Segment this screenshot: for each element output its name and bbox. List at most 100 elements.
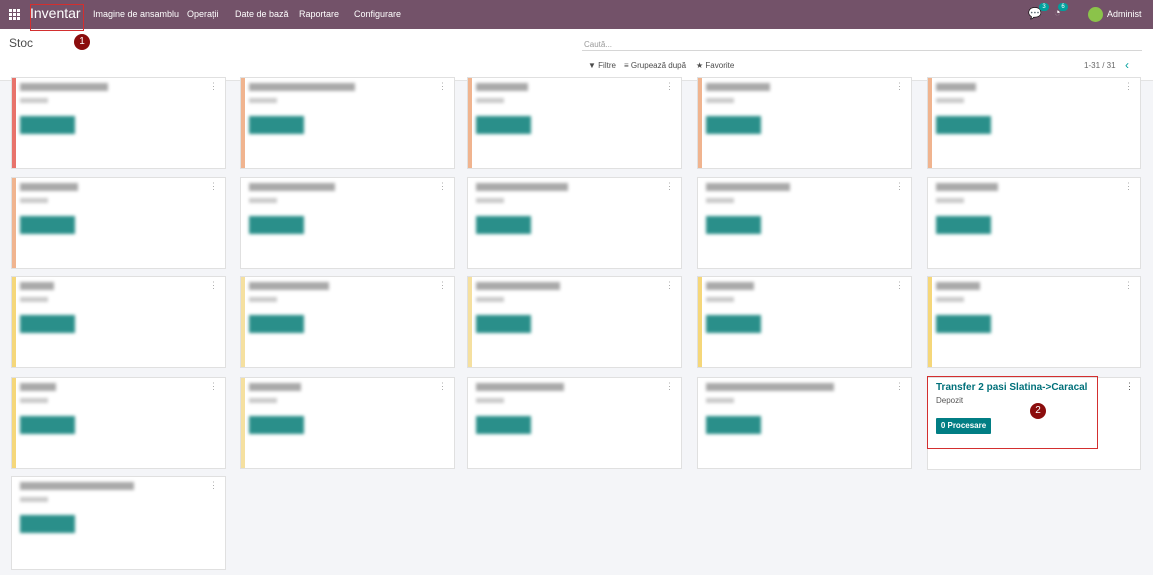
menu-item-master-data[interactable]: Date de bază — [235, 9, 289, 19]
card-title-redacted — [706, 282, 754, 290]
card-menu-icon[interactable]: ⋮ — [665, 181, 674, 192]
card-subtitle-redacted — [20, 297, 48, 302]
card-menu-icon[interactable]: ⋮ — [1124, 181, 1133, 192]
favorites-button[interactable]: ★ Favorite — [696, 61, 734, 70]
card-menu-icon[interactable]: ⋮ — [895, 81, 904, 92]
menu-item-overview[interactable]: Imagine de ansamblu — [93, 9, 179, 19]
kanban-card[interactable]: ⋮ — [697, 77, 912, 169]
process-button-redacted[interactable] — [706, 216, 761, 234]
card-menu-icon[interactable]: ⋮ — [895, 181, 904, 192]
card-menu-icon[interactable]: ⋮ — [665, 381, 674, 392]
search-bar — [582, 34, 1142, 51]
process-button-redacted[interactable] — [706, 116, 761, 134]
kanban-card[interactable]: ⋮ — [240, 177, 455, 269]
card-menu-icon[interactable]: ⋮ — [665, 280, 674, 291]
card-menu-icon[interactable]: ⋮ — [438, 81, 447, 92]
card-color-bar — [241, 78, 245, 168]
card-title-redacted — [249, 282, 329, 290]
kanban-card[interactable]: ⋮ — [240, 276, 455, 368]
card-menu-icon[interactable]: ⋮ — [1124, 280, 1133, 291]
menu-item-operations[interactable]: Operații — [187, 9, 219, 19]
card-subtitle-redacted — [249, 98, 277, 103]
card-title-redacted — [20, 83, 108, 91]
card-menu-icon[interactable]: ⋮ — [438, 280, 447, 291]
kanban-card[interactable]: ⋮ — [697, 177, 912, 269]
kanban-card[interactable]: ⋮ — [11, 177, 226, 269]
process-button-redacted[interactable] — [476, 315, 531, 333]
process-button-redacted[interactable] — [20, 216, 75, 234]
search-input[interactable] — [582, 38, 1126, 51]
kanban-card[interactable]: ⋮ — [11, 276, 226, 368]
process-button-redacted[interactable] — [936, 116, 991, 134]
kanban-card[interactable]: ⋮ — [697, 377, 912, 469]
groupby-button[interactable]: ≡ Grupează după — [624, 61, 686, 70]
card-menu-icon[interactable]: ⋮ — [209, 181, 218, 192]
process-button-redacted[interactable] — [706, 416, 761, 434]
process-button-redacted[interactable] — [249, 416, 304, 434]
card-menu-icon[interactable]: ⋮ — [209, 280, 218, 291]
activities-badge: 6 — [1058, 3, 1068, 11]
kanban-card[interactable]: ⋮ — [927, 177, 1141, 269]
kanban-card[interactable]: ⋮ — [11, 377, 226, 469]
kanban-card[interactable]: ⋮ — [467, 177, 682, 269]
card-subtitle-redacted — [706, 297, 734, 302]
annotation-marker-1: 1 — [74, 34, 90, 50]
kanban-card[interactable]: ⋮ — [467, 77, 682, 169]
user-name[interactable]: Administ — [1107, 9, 1142, 19]
process-button-redacted[interactable] — [20, 116, 75, 134]
card-menu-icon[interactable]: ⋮ — [438, 181, 447, 192]
process-button-redacted[interactable] — [20, 515, 75, 533]
filters-button[interactable]: ▼ Filtre — [588, 61, 616, 70]
card-title-redacted — [20, 282, 54, 290]
card-color-bar — [241, 378, 245, 468]
card-menu-icon[interactable]: ⋮ — [895, 280, 904, 291]
kanban-card[interactable]: ⋮ — [11, 476, 226, 570]
card-menu-icon[interactable]: ⋮ — [665, 81, 674, 92]
process-button-redacted[interactable] — [249, 315, 304, 333]
kanban-card[interactable]: ⋮ — [11, 77, 226, 169]
process-button-redacted[interactable] — [20, 315, 75, 333]
annotation-marker-2: 2 — [1030, 403, 1046, 419]
kanban-card[interactable]: ⋮ — [467, 276, 682, 368]
process-button-redacted[interactable] — [476, 216, 531, 234]
card-title-redacted — [706, 383, 834, 391]
groupby-label: Grupează după — [630, 61, 687, 70]
process-button-redacted[interactable] — [936, 216, 991, 234]
card-menu-icon[interactable]: ⋮ — [209, 381, 218, 392]
user-avatar[interactable] — [1088, 7, 1103, 22]
pager-value[interactable]: 1-31 / 31 — [1084, 61, 1116, 70]
process-button-redacted[interactable] — [20, 416, 75, 434]
pager-previous-icon[interactable]: ‹ — [1125, 58, 1129, 72]
process-button-redacted[interactable] — [476, 416, 531, 434]
card-color-bar — [12, 378, 16, 468]
card-title-redacted — [249, 383, 301, 391]
process-button-redacted[interactable] — [936, 315, 991, 333]
kanban-card[interactable]: ⋮ — [697, 276, 912, 368]
process-button-redacted[interactable] — [249, 116, 304, 134]
kanban-card[interactable]: ⋮ — [240, 377, 455, 469]
card-menu-icon[interactable]: ⋮ — [209, 480, 218, 491]
activities-icon[interactable]: ◔ 6 — [1054, 3, 1068, 19]
kanban-card[interactable]: ⋮ — [927, 276, 1141, 368]
card-menu-icon[interactable]: ⋮ — [438, 381, 447, 392]
process-button-redacted[interactable] — [249, 216, 304, 234]
card-title-redacted — [706, 183, 790, 191]
kanban-card[interactable]: ⋮ — [927, 77, 1141, 169]
card-subtitle-redacted — [476, 198, 504, 203]
card-title-redacted — [20, 183, 78, 191]
kanban-card[interactable]: ⋮ — [240, 77, 455, 169]
card-menu-icon[interactable]: ⋮ — [895, 381, 904, 392]
messages-icon[interactable]: 💬 3 — [1028, 3, 1049, 20]
process-button-redacted[interactable] — [476, 116, 531, 134]
card-color-bar — [698, 78, 702, 168]
card-menu-icon[interactable]: ⋮ — [1124, 81, 1133, 92]
card-color-bar — [12, 277, 16, 367]
apps-menu-icon[interactable] — [9, 9, 20, 20]
process-button-redacted[interactable] — [706, 315, 761, 333]
card-menu-icon[interactable]: ⋮ — [209, 81, 218, 92]
card-menu-icon[interactable]: ⋮ — [1125, 381, 1134, 392]
menu-item-configuration[interactable]: Configurare — [354, 9, 401, 19]
page-title: Stoc — [9, 36, 34, 50]
menu-item-reporting[interactable]: Raportare — [299, 9, 339, 19]
kanban-card[interactable]: ⋮ — [467, 377, 682, 469]
